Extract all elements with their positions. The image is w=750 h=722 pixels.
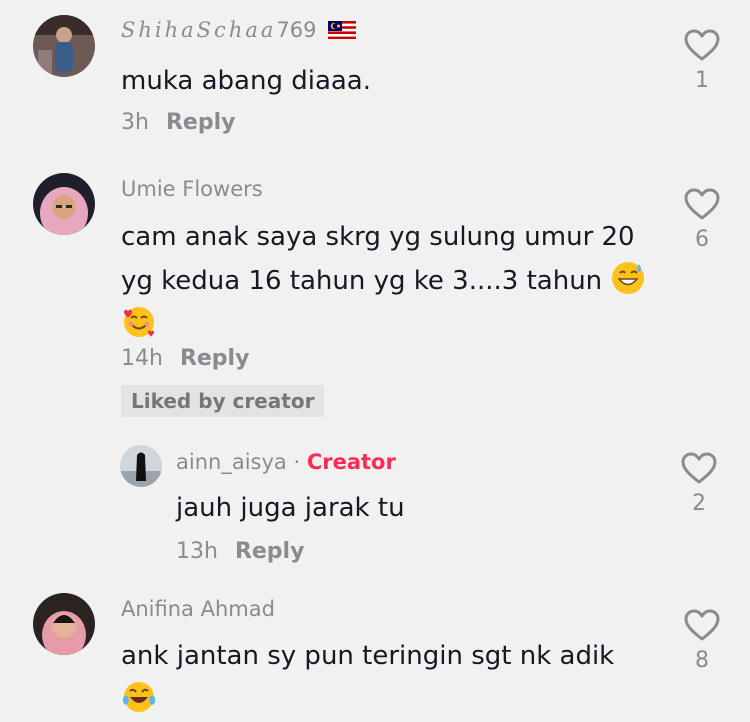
like-column: 6 [682,187,722,252]
reply-button[interactable]: Reply [166,110,236,135]
reply-meta: 13h Reply [176,539,304,564]
like-count: 1 [695,68,709,93]
comment-meta: 14h Reply [121,346,249,371]
comment-text: ank jantan sy pun teringin sgt nk adik [121,634,614,722]
comment-meta: 3h Reply [121,110,235,135]
liked-by-creator-badge: Liked by creator [121,385,325,417]
heart-outline-icon[interactable] [683,608,721,642]
malaysia-flag-icon [328,21,357,39]
tears-of-joy-emoji [122,682,156,712]
like-column: 8 [682,608,722,673]
comment-line: ank jantan sy pun teringin sgt nk adik [121,641,615,671]
comment-time: 14h [121,346,163,371]
comment-text: cam anak saya skrg yg sulung umur 20 yg … [121,215,646,347]
creator-label: Creator [306,450,396,474]
like-column: 2 [679,451,719,516]
comment-line: jauh juga jarak tu [176,493,405,523]
comment-item: ShihaSchaa769 muka abang diaaa. 3h Reply… [0,0,750,160]
avatar[interactable] [33,173,95,235]
avatar[interactable] [120,445,162,487]
comment-username[interactable]: Anifina Ahmad [121,597,275,621]
comment-time: 13h [176,539,218,564]
reply-button[interactable]: Reply [235,539,305,564]
username-suffix: 769 [276,18,317,42]
separator-dot: · [293,450,301,474]
comment-line: yg kedua 16 tahun yg ke 3....3 tahun [121,266,603,296]
comment-username[interactable]: ShihaSchaa769 [121,18,357,42]
avatar[interactable] [33,15,95,77]
avatar[interactable] [33,593,95,655]
comment-item: Anifina Ahmad ank jantan sy pun teringin… [0,590,750,716]
comment-username[interactable]: Umie Flowers [121,177,263,201]
comment-line: cam anak saya skrg yg sulung umur 20 [121,222,635,252]
heart-outline-icon[interactable] [680,451,718,485]
comment-item: Umie Flowers cam anak saya skrg yg sulun… [0,160,750,430]
heart-outline-icon[interactable] [683,28,721,62]
grinning-sweat-emoji [612,262,645,294]
comment-line: muka abang diaaa. [121,66,372,96]
comment-text: muka abang diaaa. [121,59,371,103]
reply-username[interactable]: ainn_aisya · Creator [176,450,396,474]
smiling-face-with-hearts-emoji [124,307,154,337]
reply-button[interactable]: Reply [180,346,250,371]
reply-text: jauh juga jarak tu [176,486,405,530]
comment-time: 3h [121,110,149,135]
heart-outline-icon[interactable] [683,187,721,221]
like-count: 6 [695,227,709,252]
like-column: 1 [682,28,722,93]
like-count: 2 [692,491,706,516]
like-count: 8 [695,648,709,673]
reply-item: ainn_aisya · Creator jauh juga jarak tu … [0,430,750,590]
